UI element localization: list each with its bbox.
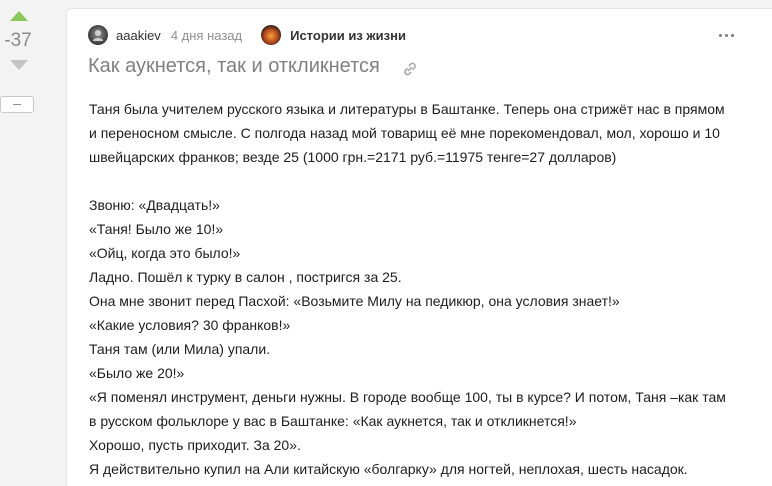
upvote-arrow-icon[interactable] [10, 11, 28, 21]
story-line: Хорошо, пусть приходит. За 20». [89, 437, 301, 453]
author-link[interactable]: aaakiev [116, 28, 161, 43]
story-line: Таня там (или Мила) упали. [89, 341, 271, 357]
story-line: «Какие условия? 30 франков!» [89, 317, 291, 333]
post-time: 4 дня назад [170, 27, 243, 43]
more-dot [719, 33, 722, 37]
story-line: в русском фольклоре у вас в Баштанке: «К… [89, 413, 577, 429]
story-line: «Было же 20!» [89, 365, 185, 381]
story-line: Таня была учителем русского языка и лите… [89, 101, 725, 117]
more-dot [725, 33, 728, 37]
story-line: «Ойц, когда это было!» [89, 245, 241, 261]
more-dot [731, 33, 734, 37]
avatar-icon[interactable] [88, 25, 108, 45]
community-link[interactable]: Истории из жизни [290, 28, 406, 43]
downvote-arrow-icon[interactable] [10, 60, 28, 70]
story-line: и переносном смысле. С полгода назад мой… [89, 125, 720, 141]
story-line: Ладно. Пошёл к турку в салон , постригся… [89, 269, 402, 285]
page: -37 aaakiev 4 дня назад Истории из жизни… [0, 0, 772, 486]
story-line: «Я поменял инструмент, деньги нужны. В г… [89, 389, 726, 405]
link-icon[interactable] [402, 61, 418, 77]
story-body: Таня была учителем русского языка и лите… [89, 97, 749, 481]
story-line: Она мне звонит перед Пасхой: «Возьмите М… [89, 293, 620, 309]
story-card: aaakiev 4 дня назад Истории из жизни Как… [66, 8, 772, 486]
story-line: швейцарских франков; везде 25 (1000 грн.… [89, 149, 617, 165]
rating-value: -37 [4, 30, 32, 51]
story-line: Звоню: «Двадцать!» [89, 197, 220, 213]
more-options-icon[interactable] [719, 29, 739, 41]
story-line-blank [89, 169, 749, 193]
collapse-button[interactable] [0, 96, 34, 113]
story-line: «Таня! Было же 10!» [89, 221, 224, 237]
story-title[interactable]: Как аукнется, так и откликнется [88, 55, 380, 78]
community-icon[interactable] [261, 25, 282, 45]
story-line: Я действительно купил на Али китайскую «… [89, 461, 688, 477]
minus-icon [13, 104, 21, 105]
story-meta: aaakiev 4 дня назад Истории из жизни [88, 24, 406, 46]
